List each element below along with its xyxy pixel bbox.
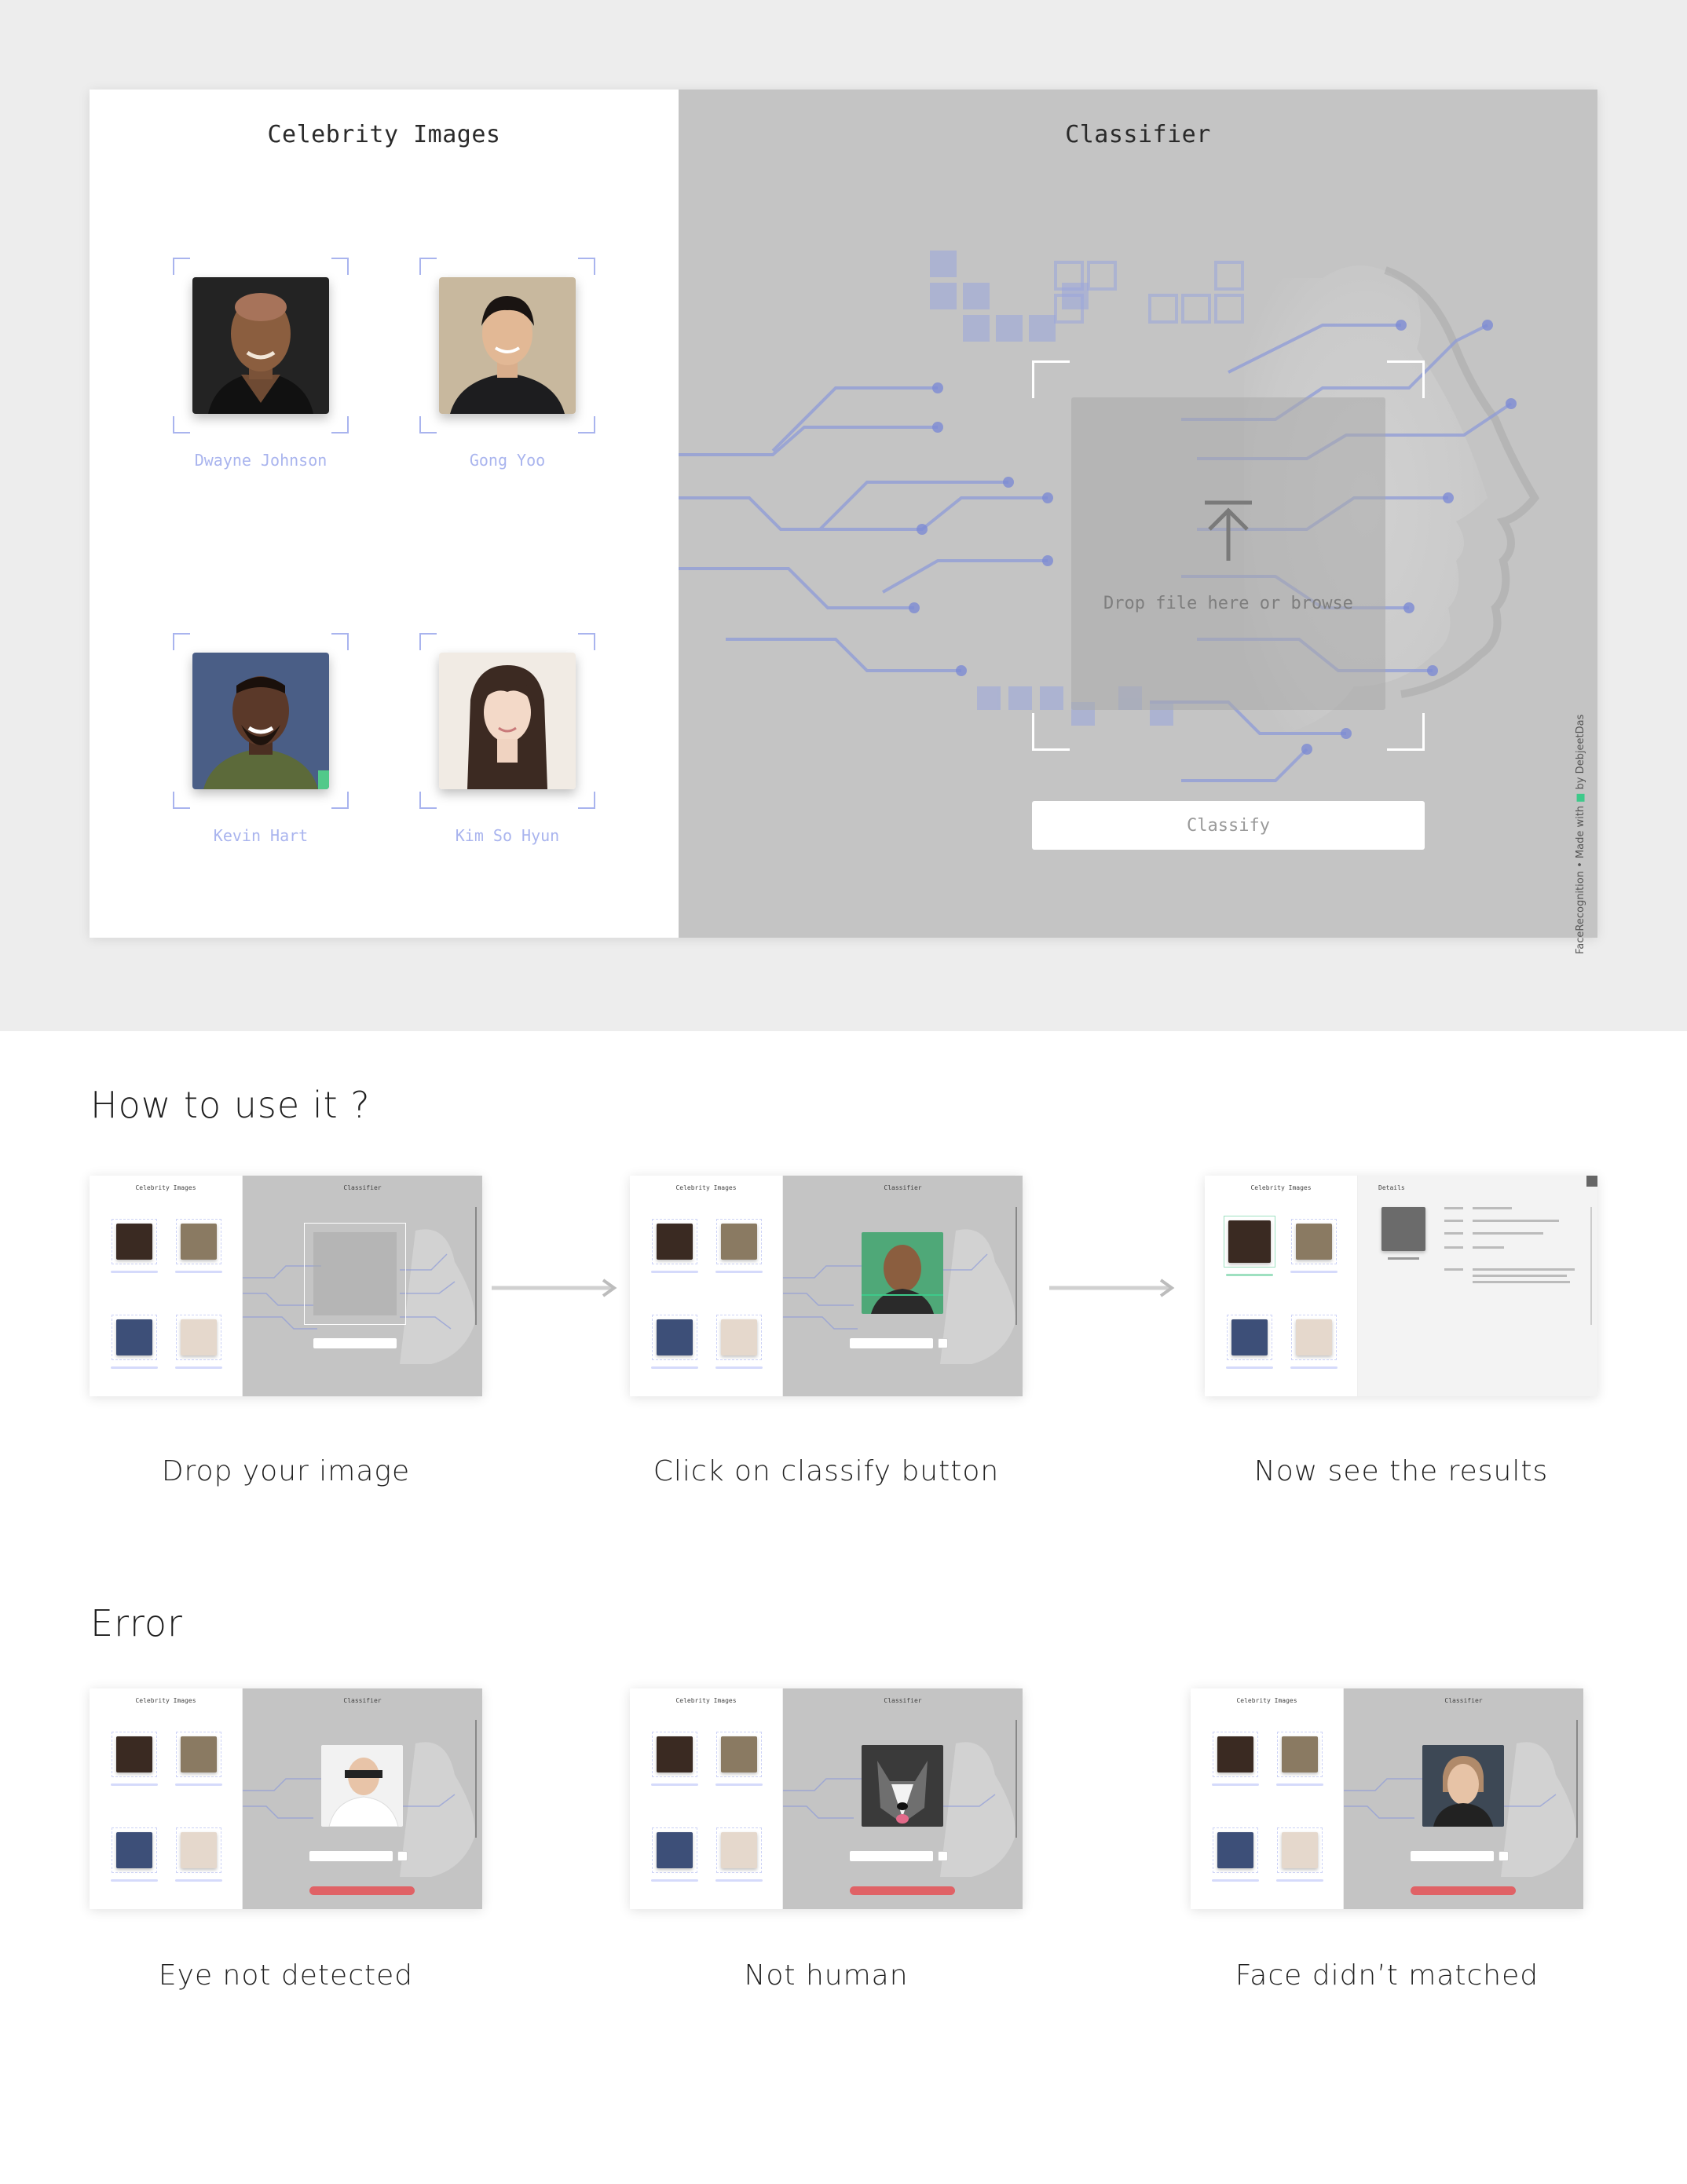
classifier-panel-title: Classifier — [1065, 121, 1211, 148]
uploaded-photo — [862, 1232, 943, 1314]
celebrity-card-kim-so-hyun[interactable]: Kim So Hyun — [419, 633, 595, 845]
step-3-screenshot: Celebrity Images Details — [1205, 1176, 1597, 1396]
error-no-match-screenshot: Celebrity Images Classifier — [1191, 1688, 1583, 1909]
kevin-hart-photo — [192, 653, 329, 789]
mini-left-title: Celebrity Images — [135, 1697, 196, 1704]
how-to-title: How to use it ? — [90, 1084, 371, 1126]
step-1-screenshot: Celebrity Images Classifier — [90, 1176, 482, 1396]
error-banner — [1411, 1886, 1516, 1895]
credit-suffix: by DebjeetDas — [1575, 714, 1586, 790]
error-2-caption: Not human — [744, 1959, 909, 1992]
mini-left-title: Celebrity Images — [135, 1184, 196, 1191]
credit-text: FaceRecognition • Made with ■ by Debjeet… — [1575, 715, 1592, 954]
mini-right-title: Classifier — [343, 1697, 382, 1704]
celebrity-name: Kevin Hart — [213, 826, 309, 845]
upload-icon — [1205, 500, 1252, 561]
error-1-caption: Eye not detected — [158, 1959, 414, 1992]
error-not-human-screenshot: Celebrity Images Classifier — [630, 1688, 1023, 1909]
step-1-caption: Drop your image — [161, 1455, 411, 1487]
celebrity-panel: Celebrity Images Dwayne Johnson Gong Yoo… — [90, 90, 679, 938]
arrow-icon — [1049, 1279, 1175, 1297]
classify-button[interactable]: Classify — [1032, 801, 1425, 850]
hero-section: Celebrity Images Dwayne Johnson Gong Yoo… — [0, 0, 1687, 1031]
app-window: Celebrity Images Dwayne Johnson Gong Yoo… — [90, 90, 1597, 954]
error-banner — [309, 1886, 415, 1895]
dwayne-johnson-photo — [192, 277, 329, 414]
gong-yoo-photo — [439, 277, 576, 414]
mini-left-title: Celebrity Images — [675, 1184, 737, 1191]
step-2-screenshot: Celebrity Images Classifier — [630, 1176, 1023, 1396]
drop-zone-label: Drop file here or browse — [1103, 594, 1353, 613]
celebrity-panel-title: Celebrity Images — [267, 121, 501, 148]
drop-zone[interactable]: Drop file here or browse — [1071, 397, 1385, 710]
mini-right-title: Classifier — [343, 1184, 382, 1191]
celebrity-name: Gong Yoo — [469, 451, 546, 470]
step-2-caption: Click on classify button — [653, 1455, 1000, 1487]
celebrity-card-gong-yoo[interactable]: Gong Yoo — [419, 258, 595, 470]
credit-prefix: FaceRecognition • Made with — [1575, 805, 1586, 954]
mini-right-title: Classifier — [884, 1184, 922, 1191]
arrow-icon — [492, 1279, 617, 1297]
step-3-caption: Now see the results — [1253, 1455, 1549, 1487]
mini-left-title: Celebrity Images — [1236, 1697, 1297, 1704]
error-3-caption: Face didn’t matched — [1235, 1959, 1539, 1992]
heart-icon: ■ — [1575, 792, 1586, 803]
error-eye-screenshot: Celebrity Images Classifier — [90, 1688, 482, 1909]
kim-so-hyun-photo — [439, 653, 576, 789]
mini-right-title: Classifier — [884, 1697, 922, 1704]
mini-left-title: Celebrity Images — [1250, 1184, 1312, 1191]
celebrity-card-dwayne-johnson[interactable]: Dwayne Johnson — [173, 258, 349, 470]
mini-right-title: Classifier — [1444, 1697, 1483, 1704]
celebrity-name: Dwayne Johnson — [194, 451, 328, 470]
celebrity-name: Kim So Hyun — [455, 826, 560, 845]
error-title: Error — [90, 1602, 183, 1644]
celebrity-card-kevin-hart[interactable]: Kevin Hart — [173, 633, 349, 845]
error-banner — [850, 1886, 955, 1895]
mini-details-title: Details — [1378, 1184, 1405, 1191]
mini-left-title: Celebrity Images — [675, 1697, 737, 1704]
